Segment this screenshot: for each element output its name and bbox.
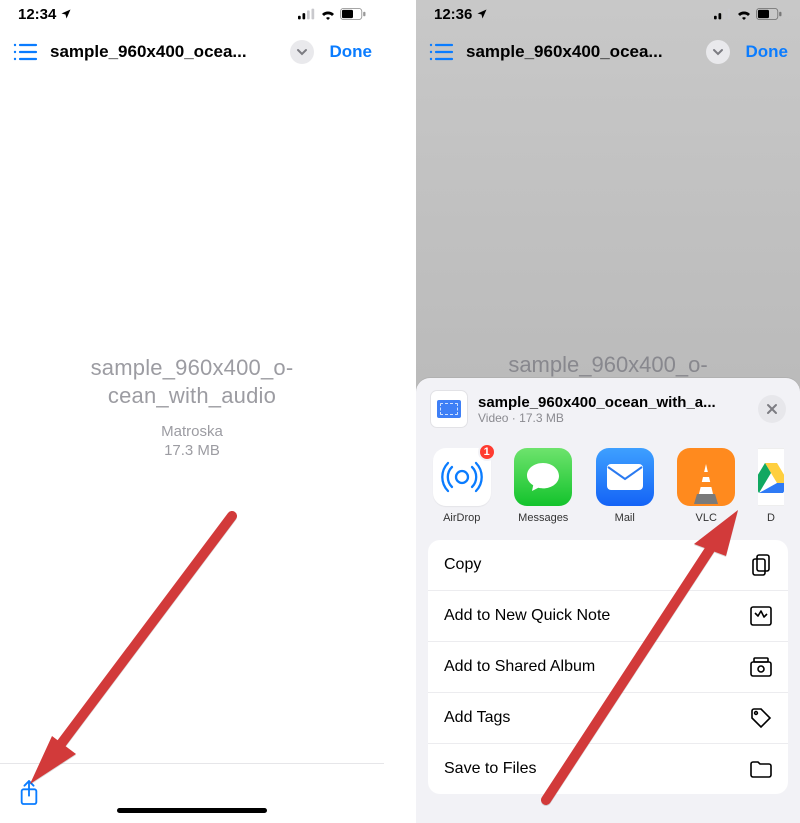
close-button[interactable] (758, 395, 786, 423)
ghost-file-title: sample_960x400_o- (416, 352, 800, 378)
cellular-icon (714, 8, 732, 20)
vlc-icon (686, 460, 726, 506)
nav-title: sample_960x400_ocea... (50, 42, 280, 62)
battery-icon (756, 8, 782, 20)
action-shared-album[interactable]: Add to Shared Album (428, 641, 788, 692)
battery-icon (340, 8, 366, 20)
share-button[interactable] (18, 779, 44, 809)
app-label-airdrop: AirDrop (443, 512, 480, 524)
app-mail[interactable]: Mail (595, 448, 655, 524)
close-icon (766, 403, 778, 415)
status-time-text: 12:36 (434, 6, 472, 23)
list-icon[interactable] (12, 41, 40, 63)
share-app-row[interactable]: 1 AirDrop Messages Mail (416, 438, 800, 540)
action-save-to-files-label: Save to Files (444, 760, 536, 778)
airdrop-badge: 1 (478, 443, 496, 461)
app-messages[interactable]: Messages (514, 448, 574, 524)
status-icons (298, 8, 366, 20)
share-file-subtitle: Video · 17.3 MB (478, 411, 748, 425)
action-save-to-files[interactable]: Save to Files (428, 743, 788, 794)
action-copy-label: Copy (444, 556, 481, 574)
status-time-text: 12:34 (18, 6, 56, 23)
share-file-title: sample_960x400_ocean_with_a... (478, 394, 748, 411)
action-quick-note-label: Add to New Quick Note (444, 607, 610, 625)
share-sheet: sample_960x400_ocean_with_a... Video · 1… (416, 378, 800, 823)
chevron-down-icon[interactable] (290, 40, 314, 64)
app-label-drive: D (767, 512, 775, 524)
file-kind: Matroska (161, 423, 223, 440)
status-time: 12:34 (18, 6, 72, 23)
app-drive-partial[interactable]: D (758, 448, 784, 524)
nav-bar: sample_960x400_ocea... Done (0, 28, 384, 76)
app-label-vlc: VLC (696, 512, 717, 524)
location-icon (476, 8, 488, 20)
file-size: 17.3 MB (164, 442, 220, 459)
wifi-icon (736, 8, 752, 20)
mail-icon (606, 463, 644, 491)
status-time: 12:36 (434, 6, 488, 23)
preview-body: sample_960x400_o- cean_with_audio Matros… (0, 76, 384, 823)
location-icon (60, 8, 72, 20)
list-icon[interactable] (428, 41, 456, 63)
done-button[interactable]: Done (324, 42, 373, 62)
wifi-icon (320, 8, 336, 20)
file-title: sample_960x400_o- cean_with_audio (42, 354, 342, 409)
file-thumbnail (430, 390, 468, 428)
copy-icon (750, 554, 772, 576)
bottom-toolbar (0, 763, 384, 823)
share-sheet-header: sample_960x400_ocean_with_a... Video · 1… (416, 378, 800, 438)
action-quick-note[interactable]: Add to New Quick Note (428, 590, 788, 641)
status-bar: 12:34 (0, 0, 384, 28)
quick-note-icon (750, 605, 772, 627)
status-bar: 12:36 (416, 0, 800, 28)
action-add-tags-label: Add Tags (444, 709, 510, 727)
nav-bar: sample_960x400_ocea... Done (416, 28, 800, 76)
tag-icon (750, 707, 772, 729)
home-indicator (117, 808, 267, 813)
share-actions-card: Copy Add to New Quick Note Add to Shared… (428, 540, 788, 794)
drive-icon (758, 461, 784, 493)
nav-title: sample_960x400_ocea... (466, 42, 696, 62)
folder-icon (750, 758, 772, 780)
messages-icon (525, 460, 561, 494)
status-icons (714, 8, 782, 20)
phone-right: 12:36 sample_960x400_ocea... Done sample… (416, 0, 800, 823)
cellular-icon (298, 8, 316, 20)
shared-album-icon (750, 656, 772, 678)
done-button[interactable]: Done (740, 42, 789, 62)
airdrop-icon (440, 455, 484, 499)
app-label-mail: Mail (615, 512, 635, 524)
action-shared-album-label: Add to Shared Album (444, 658, 595, 676)
action-copy[interactable]: Copy (428, 540, 788, 590)
app-airdrop[interactable]: 1 AirDrop (432, 448, 492, 524)
app-label-messages: Messages (518, 512, 568, 524)
action-add-tags[interactable]: Add Tags (428, 692, 788, 743)
phone-left: 12:34 sample_960x400_ocea... Done sample… (0, 0, 384, 823)
app-vlc[interactable]: VLC (677, 448, 737, 524)
chevron-down-icon[interactable] (706, 40, 730, 64)
